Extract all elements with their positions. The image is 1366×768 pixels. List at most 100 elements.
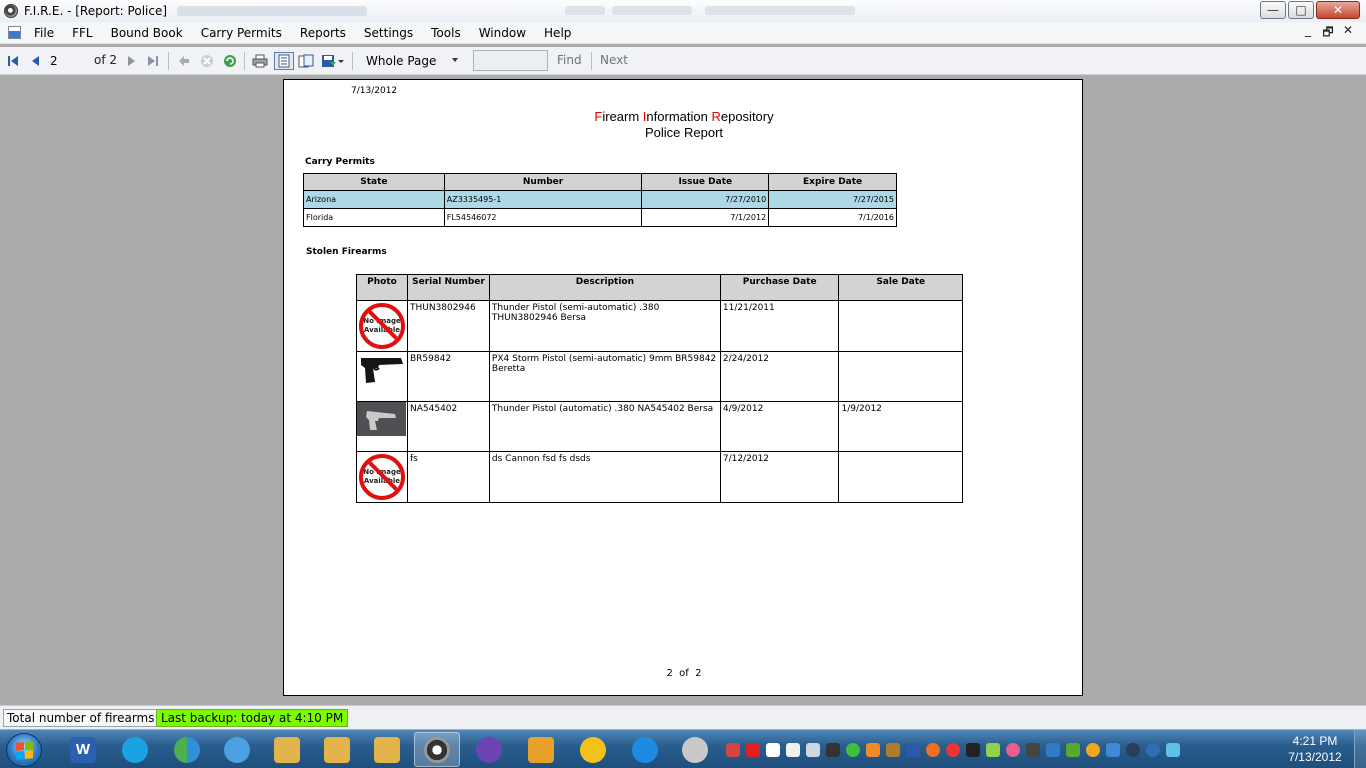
tray-icon[interactable] bbox=[1066, 743, 1080, 757]
tray-icon[interactable] bbox=[926, 743, 940, 757]
taskbar-contacts[interactable] bbox=[214, 732, 260, 767]
menu-settings[interactable]: Settings bbox=[355, 26, 422, 40]
firearm-description: PX4 Storm Pistol (semi-automatic) 9mm BR… bbox=[488, 351, 721, 402]
menu-bound-book[interactable]: Bound Book bbox=[102, 26, 192, 40]
signal-icon[interactable] bbox=[806, 743, 820, 757]
taskbar-fire-app[interactable] bbox=[414, 732, 460, 767]
refresh-button[interactable] bbox=[222, 52, 238, 70]
column-header: Expire Date bbox=[768, 173, 897, 191]
firearm-photo-cell bbox=[356, 351, 408, 402]
menu-carry-permits[interactable]: Carry Permits bbox=[192, 26, 291, 40]
mdi-minimize-button[interactable]: _ bbox=[1298, 23, 1318, 44]
page-setup-button[interactable] bbox=[298, 52, 314, 70]
menu-help[interactable]: Help bbox=[535, 26, 580, 40]
start-button[interactable] bbox=[6, 733, 42, 767]
taskbar-internet-explorer[interactable] bbox=[622, 732, 668, 767]
window-close-button[interactable]: ✕ bbox=[1316, 1, 1360, 19]
taskbar-word[interactable]: W bbox=[60, 732, 106, 767]
taskbar-paint[interactable] bbox=[672, 732, 718, 767]
taskbar-messenger[interactable] bbox=[164, 732, 210, 767]
find-next-button[interactable]: Next bbox=[600, 53, 628, 67]
permit-issue-date: 7/1/2012 bbox=[641, 208, 770, 227]
title-word-repository: epository bbox=[720, 109, 774, 124]
tray-icon[interactable] bbox=[1086, 743, 1100, 757]
menu-tools[interactable]: Tools bbox=[422, 26, 470, 40]
tray-icon[interactable] bbox=[846, 743, 860, 757]
taskbar-visual-studio[interactable] bbox=[466, 732, 512, 767]
tray-icon[interactable] bbox=[726, 743, 740, 757]
first-page-button[interactable] bbox=[5, 52, 21, 70]
mdi-child-icon[interactable] bbox=[8, 26, 21, 39]
tray-icon[interactable] bbox=[786, 743, 800, 757]
permit-number: FL54546072 bbox=[443, 208, 643, 227]
firearm-photo-cell bbox=[356, 401, 408, 452]
tray-icon[interactable] bbox=[766, 743, 780, 757]
fire-app-icon bbox=[424, 736, 450, 763]
column-header: Issue Date bbox=[641, 173, 770, 191]
firearm-photo-cell: No Image Available bbox=[356, 300, 408, 352]
export-button[interactable] bbox=[320, 52, 346, 70]
find-button[interactable]: Find bbox=[557, 53, 582, 67]
last-page-button[interactable] bbox=[146, 52, 160, 70]
tray-icon[interactable] bbox=[906, 743, 920, 757]
printer-icon bbox=[252, 54, 268, 68]
show-desktop-button[interactable] bbox=[1354, 730, 1366, 768]
tray-icon[interactable] bbox=[1026, 743, 1040, 757]
stop-button[interactable] bbox=[199, 52, 215, 70]
paint-palette-icon bbox=[682, 736, 708, 763]
window-maximize-button[interactable]: □ bbox=[1288, 1, 1314, 19]
menu-window[interactable]: Window bbox=[470, 26, 535, 40]
tray-icon[interactable] bbox=[866, 743, 880, 757]
menu-ffl[interactable]: FFL bbox=[63, 26, 102, 40]
window-minimize-button[interactable]: — bbox=[1260, 1, 1286, 19]
mdi-restore-button[interactable]: 🗗 bbox=[1318, 23, 1338, 44]
report-date: 7/13/2012 bbox=[351, 86, 398, 96]
column-header: State bbox=[303, 173, 445, 191]
zoom-select[interactable]: Whole Page bbox=[360, 51, 464, 71]
mdi-close-button[interactable]: ✕ bbox=[1338, 23, 1358, 44]
taskbar-outlook[interactable] bbox=[518, 732, 564, 767]
table-row: No Image Available THUN3802946 Thunder P… bbox=[356, 300, 963, 352]
infinity-icon bbox=[476, 736, 502, 763]
toolbar-separator bbox=[591, 52, 592, 70]
print-button[interactable] bbox=[251, 52, 269, 70]
network-icon[interactable] bbox=[1166, 743, 1180, 757]
tray-icon[interactable] bbox=[886, 743, 900, 757]
tray-icon[interactable] bbox=[1106, 743, 1120, 757]
taskbar-skype[interactable] bbox=[112, 732, 158, 767]
firearm-serial: fs bbox=[407, 451, 490, 503]
app-icon[interactable] bbox=[4, 4, 18, 18]
permit-issue-date: 7/27/2010 bbox=[641, 190, 770, 209]
tray-icon[interactable] bbox=[1006, 743, 1020, 757]
firearm-purchase-date: 7/12/2012 bbox=[719, 451, 840, 503]
print-layout-button[interactable] bbox=[274, 52, 294, 70]
taskbar-clock[interactable]: 4:21 PM 7/13/2012 bbox=[1280, 733, 1350, 765]
tray-icon[interactable] bbox=[986, 743, 1000, 757]
find-input[interactable] bbox=[473, 50, 548, 71]
table-row: NA545402 Thunder Pistol (automatic) .380… bbox=[356, 401, 963, 452]
tray-icon[interactable] bbox=[1046, 743, 1060, 757]
title-ghost-3 bbox=[705, 6, 855, 15]
menu-file[interactable]: File bbox=[25, 26, 63, 40]
tray-icon[interactable] bbox=[1146, 743, 1160, 757]
title-suffix-blurred bbox=[177, 6, 368, 16]
tray-icon[interactable] bbox=[946, 743, 960, 757]
taskbar-explorer-1[interactable] bbox=[264, 732, 310, 767]
tray-icon[interactable] bbox=[966, 743, 980, 757]
next-page-button[interactable] bbox=[124, 52, 138, 70]
tray-icon[interactable] bbox=[826, 743, 840, 757]
tray-icon[interactable] bbox=[746, 743, 760, 757]
back-button[interactable] bbox=[176, 52, 192, 70]
menu-reports[interactable]: Reports bbox=[291, 26, 355, 40]
current-page-input[interactable] bbox=[50, 51, 84, 71]
taskbar-alert-app[interactable] bbox=[570, 732, 616, 767]
taskbar-explorer-3[interactable] bbox=[364, 732, 410, 767]
column-header: Description bbox=[488, 274, 721, 301]
taskbar-explorer-2[interactable] bbox=[314, 732, 360, 767]
hp-icon[interactable] bbox=[1126, 743, 1140, 757]
report-viewer[interactable]: 7/13/2012 Firearm Information Repository… bbox=[0, 75, 1366, 705]
no-image-icon: No Image Available bbox=[359, 454, 405, 500]
page-of-word: of bbox=[679, 668, 689, 679]
previous-page-button[interactable] bbox=[27, 52, 43, 70]
system-tray bbox=[726, 740, 1180, 760]
